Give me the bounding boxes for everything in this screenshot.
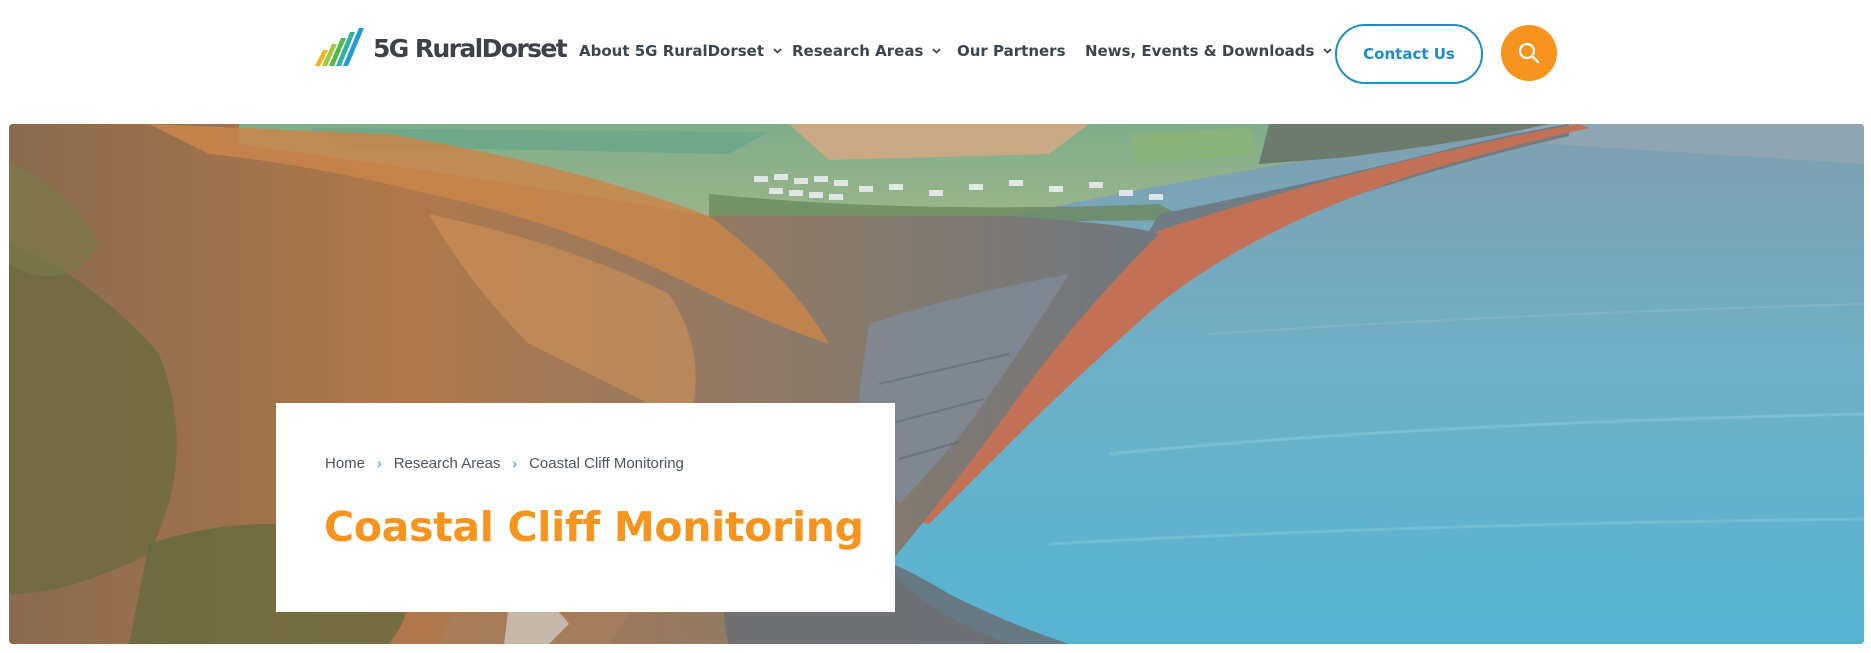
- nav-item-our-partners[interactable]: Our Partners: [957, 42, 1066, 60]
- nav-item-about[interactable]: About 5G RuralDorset: [579, 42, 782, 60]
- chevron-down-icon: [932, 48, 942, 54]
- breadcrumb-research-areas-link[interactable]: Research Areas: [394, 455, 501, 472]
- nav-item-news-events-downloads[interactable]: News, Events & Downloads: [1085, 42, 1333, 60]
- search-icon: [1518, 42, 1540, 64]
- signal-bars-logo-icon: [315, 28, 364, 66]
- nav-item-label: About 5G RuralDorset: [579, 42, 765, 60]
- chevron-right-icon: ›: [377, 455, 382, 471]
- chevron-down-icon: [1323, 48, 1333, 54]
- page-header-card: Home › Research Areas › Coastal Cliff Monito…: [276, 403, 895, 612]
- search-button[interactable]: [1501, 25, 1557, 81]
- page-title: Coastal Cliff Monitoring: [324, 503, 864, 551]
- chevron-right-icon: ›: [512, 455, 518, 471]
- breadcrumb-home-link[interactable]: Home: [325, 455, 365, 472]
- breadcrumb-current-page: Coastal Cliff Monitoring: [529, 455, 684, 472]
- logo-wordmark: 5G RuralDorset: [373, 34, 568, 63]
- nav-item-label: News, Events & Downloads: [1085, 42, 1315, 60]
- nav-item-label: Our Partners: [957, 42, 1066, 60]
- nav-item-research-areas[interactable]: Research Areas: [792, 42, 942, 60]
- breadcrumb: Home › Research Areas › Coastal Cliff Monito…: [325, 455, 684, 472]
- nav-item-label: Research Areas: [792, 42, 924, 60]
- contact-us-button[interactable]: Contact Us: [1335, 24, 1483, 84]
- site-logo[interactable]: 5G RuralDorset: [315, 26, 568, 70]
- site-header: 5G RuralDorset About 5G RuralDorset Rese…: [0, 0, 1871, 108]
- hero-banner: Home › Research Areas › Coastal Cliff Monito…: [9, 124, 1864, 644]
- chevron-down-icon: [773, 48, 782, 54]
